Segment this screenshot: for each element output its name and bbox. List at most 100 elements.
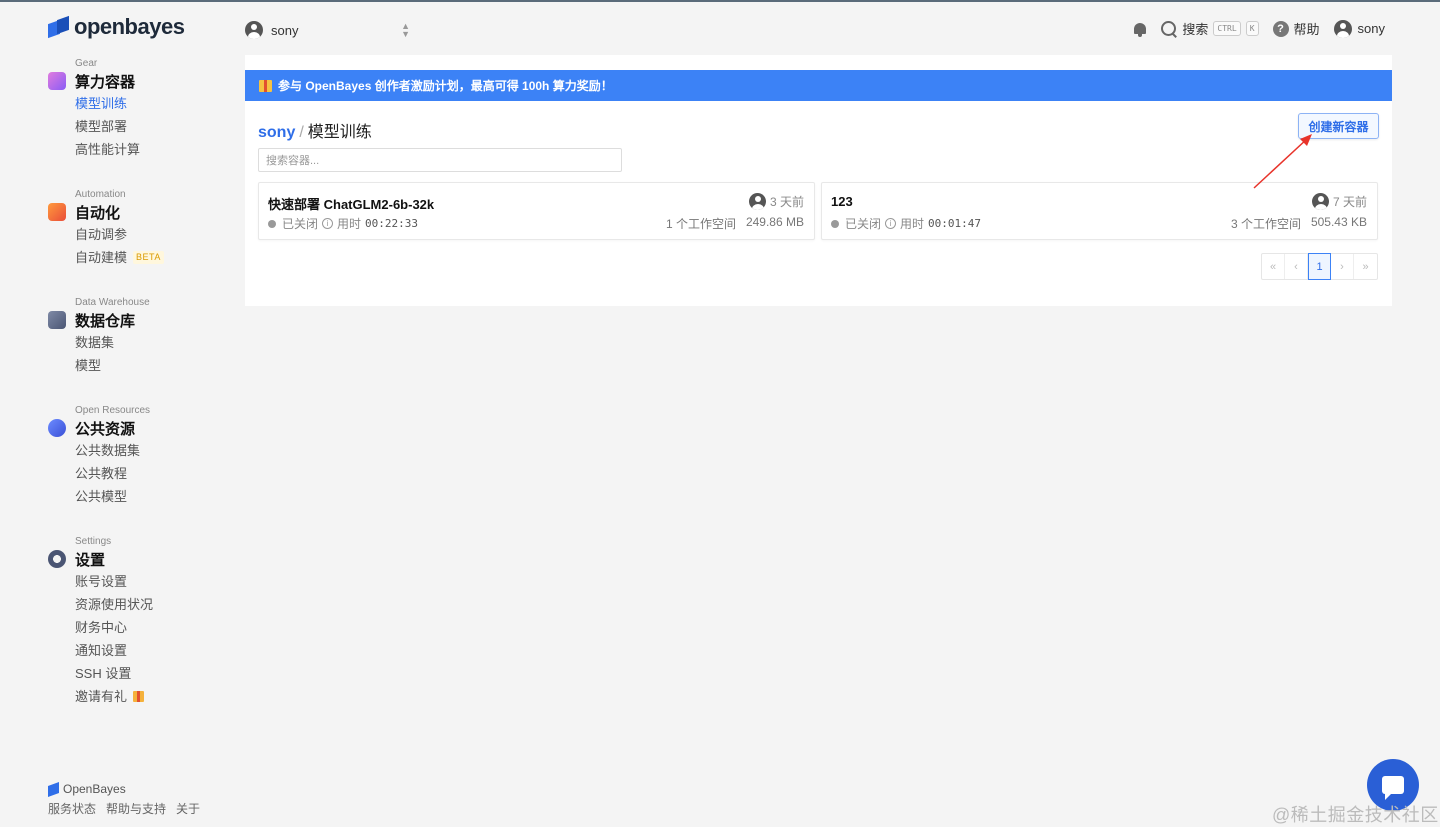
sidebar-item-public-tutorials[interactable]: 公共教程 bbox=[75, 462, 228, 485]
section-title: 数据仓库 bbox=[75, 312, 136, 330]
sidebar-item-public-models[interactable]: 公共模型 bbox=[75, 485, 228, 508]
banner-text: 参与 OpenBayes 创作者激励计划，最高可得 100h 算力奖励！ bbox=[278, 79, 613, 93]
sidebar-item-models[interactable]: 模型 bbox=[75, 354, 228, 377]
chevron-updown-icon: ▲ ▼ bbox=[401, 21, 410, 39]
breadcrumb-owner[interactable]: sony bbox=[258, 124, 295, 142]
sidebar-item-datasets[interactable]: 数据集 bbox=[75, 331, 228, 354]
duration-value: 00:01:47 bbox=[928, 217, 982, 230]
sidebar-item-usage[interactable]: 资源使用状况 bbox=[75, 593, 228, 616]
kbd-ctrl: CTRL bbox=[1213, 21, 1241, 36]
sidebar-section-gear: Gear 算力容器 模型训练 模型部署 高性能计算 bbox=[48, 58, 228, 161]
openbayes-logo-icon bbox=[48, 15, 70, 39]
sidebar-footer: OpenBayes 服务状态 帮助与支持 关于 bbox=[48, 781, 200, 817]
container-card[interactable]: 123 已关闭 i 用时 00:01:47 7 天前 3 个工作空间 505.4… bbox=[821, 182, 1378, 240]
user-menu[interactable]: sony bbox=[1333, 19, 1385, 38]
sidebar-item-label: 自动建模 bbox=[75, 250, 128, 265]
storage-size: 249.86 MB bbox=[745, 215, 804, 229]
duration-value: 00:22:33 bbox=[365, 217, 419, 230]
info-icon[interactable]: i bbox=[322, 218, 334, 229]
time-ago: 7 天前 bbox=[1332, 195, 1367, 209]
sidebar-section-settings: Settings 设置 账号设置 资源使用状况 财务中心 通知设置 SSH 设置… bbox=[48, 536, 228, 708]
breadcrumb-separator: / bbox=[299, 124, 304, 141]
help-button[interactable]: ? 帮助 bbox=[1272, 19, 1320, 38]
section-subtitle: Settings bbox=[75, 536, 112, 547]
gift-icon bbox=[133, 691, 145, 702]
sidebar-item-account[interactable]: 账号设置 bbox=[75, 570, 228, 593]
status-dot-icon bbox=[831, 219, 839, 228]
footer-link-status[interactable]: 服务状态 bbox=[48, 800, 96, 817]
avatar bbox=[1333, 19, 1352, 38]
pagination-next[interactable]: › bbox=[1331, 254, 1354, 279]
sidebar-heading-gear[interactable]: 算力容器 bbox=[48, 70, 228, 92]
pagination: « ‹ 1 › » bbox=[1261, 253, 1378, 280]
pagination-prev[interactable]: ‹ bbox=[1285, 254, 1308, 279]
container-title: 快速部署 ChatGLM2-6b-32k bbox=[268, 197, 435, 212]
sidebar-heading-automation[interactable]: 自动化 bbox=[48, 201, 228, 223]
avatar bbox=[748, 193, 766, 210]
container-time: 3 天前 bbox=[748, 193, 804, 210]
footer-links: 服务状态 帮助与支持 关于 bbox=[48, 800, 200, 817]
global-search-button[interactable]: 搜索 CTRL K bbox=[1161, 19, 1259, 38]
workspace-count: 1 个工作空间 bbox=[665, 217, 736, 231]
chat-icon bbox=[1382, 776, 1404, 800]
main-panel: 参与 OpenBayes 创作者激励计划，最高可得 100h 算力奖励！ son… bbox=[245, 55, 1392, 306]
sidebar-item-auto-model[interactable]: 自动建模 BETA bbox=[75, 246, 228, 269]
sidebar-item-finance[interactable]: 财务中心 bbox=[75, 616, 228, 639]
namespace-switcher[interactable]: sony ▲ ▼ bbox=[245, 20, 410, 40]
container-card[interactable]: 快速部署 ChatGLM2-6b-32k 已关闭 i 用时 00:22:33 3… bbox=[258, 182, 815, 240]
info-icon[interactable]: i bbox=[885, 218, 897, 229]
section-title: 设置 bbox=[75, 551, 106, 569]
container-search-input[interactable]: 搜索容器... bbox=[258, 148, 622, 172]
status-dot-icon bbox=[268, 219, 276, 228]
container-title: 123 bbox=[831, 194, 853, 209]
duration-label: 用时 bbox=[900, 217, 925, 231]
sidebar-item-label: 邀请有礼 bbox=[75, 689, 128, 704]
topbar-actions: 搜索 CTRL K ? 帮助 sony bbox=[1133, 19, 1385, 38]
section-title: 自动化 bbox=[75, 204, 121, 222]
sidebar-item-hpc[interactable]: 高性能计算 bbox=[75, 138, 228, 161]
pagination-current[interactable]: 1 bbox=[1308, 253, 1331, 280]
kbd-k: K bbox=[1245, 21, 1259, 36]
section-title: 公共资源 bbox=[75, 420, 136, 438]
section-subtitle: Automation bbox=[75, 189, 126, 200]
container-stats: 3 个工作空间 505.43 KB bbox=[1231, 215, 1367, 232]
sidebar-section-automation: Automation 自动化 自动调参 自动建模 BETA bbox=[48, 189, 228, 269]
sidebar-heading-warehouse[interactable]: 数据仓库 bbox=[48, 309, 228, 331]
section-subtitle: Open Resources bbox=[75, 405, 151, 416]
pagination-last[interactable]: » bbox=[1354, 254, 1377, 279]
sidebar-item-model-training[interactable]: 模型训练 bbox=[75, 92, 228, 115]
sidebar-item-ssh[interactable]: SSH 设置 bbox=[75, 662, 228, 685]
container-status: 已关闭 i 用时 00:22:33 bbox=[268, 215, 418, 232]
duration-label: 用时 bbox=[337, 217, 362, 231]
container-stats: 1 个工作空间 249.86 MB bbox=[666, 215, 804, 232]
openbayes-logo-icon bbox=[48, 781, 59, 797]
sidebar-item-public-datasets[interactable]: 公共数据集 bbox=[75, 439, 228, 462]
footer-link-about[interactable]: 关于 bbox=[176, 800, 200, 817]
brand-logo[interactable]: openbayes bbox=[48, 14, 185, 40]
namespace-name: sony bbox=[271, 22, 299, 38]
search-icon bbox=[1161, 20, 1177, 37]
section-subtitle: Data Warehouse bbox=[75, 297, 150, 308]
sidebar-item-notifications[interactable]: 通知设置 bbox=[75, 639, 228, 662]
avatar bbox=[245, 21, 263, 39]
pagination-first[interactable]: « bbox=[1262, 254, 1285, 279]
promo-banner[interactable]: 参与 OpenBayes 创作者激励计划，最高可得 100h 算力奖励！ bbox=[245, 70, 1392, 101]
sidebar-item-invite[interactable]: 邀请有礼 bbox=[75, 685, 228, 708]
sidebar-item-auto-tune[interactable]: 自动调参 bbox=[75, 223, 228, 246]
storage-size: 505.43 KB bbox=[1310, 215, 1367, 229]
bell-icon[interactable] bbox=[1133, 21, 1147, 37]
create-container-button[interactable]: 创建新容器 bbox=[1298, 113, 1379, 139]
open-resources-icon bbox=[48, 419, 66, 437]
sidebar-item-model-deploy[interactable]: 模型部署 bbox=[75, 115, 228, 138]
container-time: 7 天前 bbox=[1311, 193, 1367, 210]
sidebar-heading-settings[interactable]: 设置 bbox=[48, 548, 228, 570]
sidebar-heading-open[interactable]: 公共资源 bbox=[48, 417, 228, 439]
user-name: sony bbox=[1357, 21, 1385, 36]
sidebar-section-open: Open Resources 公共资源 公共数据集 公共教程 公共模型 bbox=[48, 405, 228, 508]
workspace-count: 3 个工作空间 bbox=[1230, 217, 1301, 231]
footer-brand: OpenBayes bbox=[48, 781, 200, 797]
sidebar-section-warehouse: Data Warehouse 数据仓库 数据集 模型 bbox=[48, 297, 228, 377]
footer-link-help[interactable]: 帮助与支持 bbox=[106, 800, 166, 817]
help-label: 帮助 bbox=[1293, 22, 1320, 37]
status-text: 已关闭 bbox=[282, 217, 319, 231]
